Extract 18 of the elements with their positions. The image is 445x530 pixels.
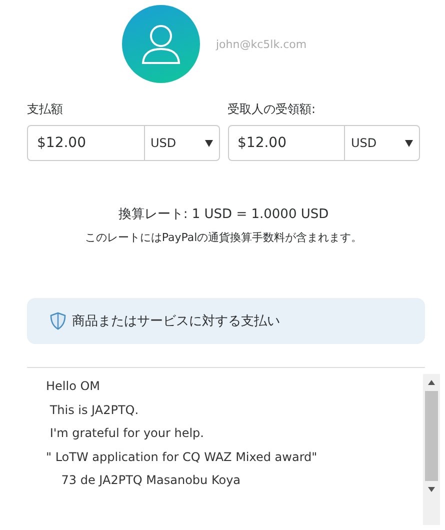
scrollbar[interactable] bbox=[423, 374, 440, 525]
amount-field[interactable]: $12.00 bbox=[28, 126, 144, 160]
amount-label: 支払額 bbox=[27, 101, 63, 118]
shield-icon bbox=[50, 312, 66, 330]
payment-type-text: 商品またはサービスに対する支払い bbox=[72, 313, 280, 330]
rate-note: このレートにはPayPalの通貨換算手数料が含まれます。 bbox=[84, 230, 364, 245]
scroll-up-icon[interactable] bbox=[428, 380, 435, 385]
amount-label: 受取人の受領額: bbox=[228, 101, 316, 118]
scroll-down-icon[interactable] bbox=[428, 487, 435, 492]
exchange-rate: 換算レート: 1 USD = 1.0000 USD bbox=[117, 206, 330, 223]
amount-field[interactable]: $12.00 bbox=[228, 126, 345, 160]
caret-icon bbox=[204, 140, 212, 146]
payment-type-banner[interactable]: 商品またはサービスに対する支払い bbox=[27, 298, 425, 344]
message-field[interactable]: Hello OM This is JA2PTQ. I'm grateful for your help. " LoTW application for CQ WAZ Mixed award" 73 de JA2PTQ Masanobu Koya bbox=[27, 374, 440, 530]
caret-icon bbox=[405, 140, 413, 146]
currency-dropdown[interactable]: USD bbox=[144, 126, 218, 160]
currency-dropdown[interactable]: USD bbox=[345, 126, 419, 160]
account-email: john@kc5lk.com bbox=[216, 38, 307, 50]
